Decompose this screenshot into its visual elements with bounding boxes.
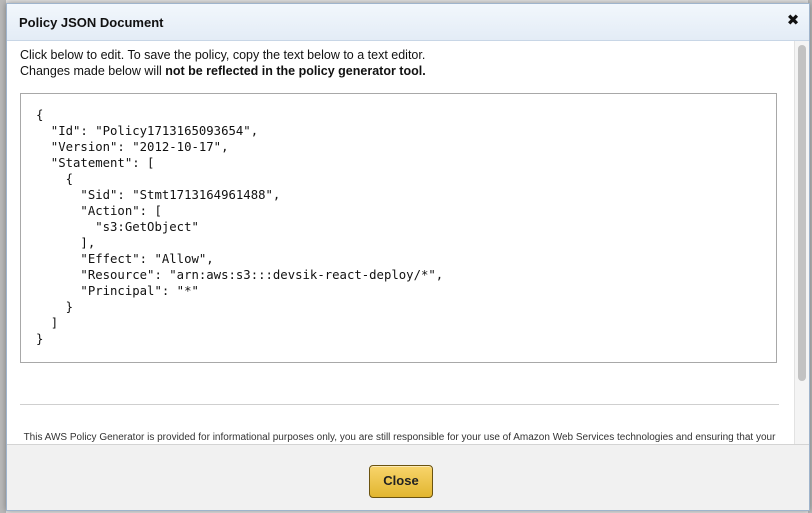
intro-text: Click below to edit. To save the policy,… [20, 47, 426, 79]
disclaimer-text: This AWS Policy Generator is provided fo… [23, 432, 776, 443]
intro-line-1: Click below to edit. To save the policy,… [20, 48, 426, 62]
close-button[interactable]: Close [369, 465, 433, 498]
dialog-footer: Close [7, 444, 809, 510]
policy-json-dialog: Policy JSON Document ✖ Click below to ed… [6, 3, 810, 511]
intro-line-2: Changes made below will not be reflected… [20, 63, 426, 79]
divider [20, 404, 779, 405]
scrollbar-thumb[interactable] [798, 45, 806, 381]
dialog-content: Click below to edit. To save the policy,… [7, 41, 795, 444]
close-icon[interactable]: ✖ [785, 13, 801, 29]
dialog-title: Policy JSON Document [19, 15, 164, 30]
dialog-titlebar: Policy JSON Document ✖ [7, 4, 809, 41]
policy-json-editor[interactable]: { "Id": "Policy1713165093654", "Version"… [20, 93, 777, 363]
dialog-scrollbar[interactable] [794, 41, 809, 444]
intro-line-2-prefix: Changes made below will [20, 64, 166, 78]
intro-line-2-warning: not be reflected in the policy generator… [165, 64, 426, 78]
